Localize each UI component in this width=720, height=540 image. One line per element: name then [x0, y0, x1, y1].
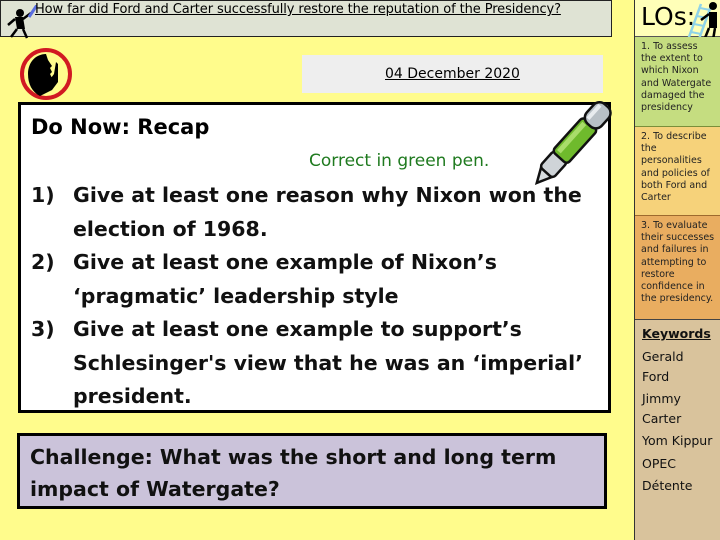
title-bar: How far did Ford and Carter successfully… [0, 0, 612, 39]
los-header: LOs: [635, 0, 720, 50]
learning-objective-2: 2. To describe the personalities and pol… [635, 127, 720, 216]
question-text: Give at least one reason why Nixon won t… [73, 183, 582, 241]
running-figure-with-quill-icon [7, 5, 37, 39]
objective-text: 3. To evaluate their successes and failu… [641, 220, 715, 305]
question-number: 1) [31, 183, 55, 207]
question-text: Give at least one example of Nixon’s ‘pr… [73, 250, 497, 308]
learning-objective-3: 3. To evaluate their successes and failu… [635, 216, 720, 320]
lesson-date: 04 December 2020 [385, 66, 520, 82]
silence-shush-icon [20, 48, 72, 100]
do-now-heading: Do Now: Recap [31, 115, 210, 139]
do-now-box: Do Now: Recap Correct in green pen. 1) G… [18, 102, 611, 413]
keyword-item: OPEC [642, 455, 677, 471]
date-box: 04 December 2020 [302, 55, 603, 93]
keyword-item: Jimmy Carter [642, 391, 682, 426]
keyword-item: Détente [642, 478, 693, 493]
question-item: 1) Give at least one reason why Nixon wo… [31, 179, 601, 246]
question-number: 3) [31, 317, 55, 341]
question-item: 2) Give at least one example of Nixon’s … [31, 246, 601, 313]
learning-objectives-sidebar: LOs: 1. To assess the extent to which Ni… [634, 0, 720, 540]
question-number: 2) [31, 250, 55, 274]
green-pen-note: Correct in green pen. [309, 151, 490, 171]
keyword-item: Yom Kippur [642, 433, 713, 448]
objective-text: 1. To assess the extent to which Nixon a… [641, 41, 712, 114]
keywords-title: Keywords [642, 326, 711, 341]
challenge-box: Challenge: What was the short and long t… [17, 433, 607, 509]
question-item: 3) Give at least one example to support’… [31, 313, 601, 414]
lesson-title: How far did Ford and Carter successfully… [35, 2, 561, 17]
keywords-box: Keywords Gerald Ford Jimmy Carter Yom Ki… [635, 320, 720, 540]
question-list: 1) Give at least one reason why Nixon wo… [31, 179, 601, 414]
keyword-item: Gerald Ford [642, 349, 684, 384]
question-text: Give at least one example to support’s S… [73, 317, 583, 408]
objective-text: 2. To describe the personalities and pol… [641, 131, 710, 204]
learning-objective-1: 1. To assess the extent to which Nixon a… [635, 37, 720, 127]
green-pen-icon [534, 101, 612, 186]
